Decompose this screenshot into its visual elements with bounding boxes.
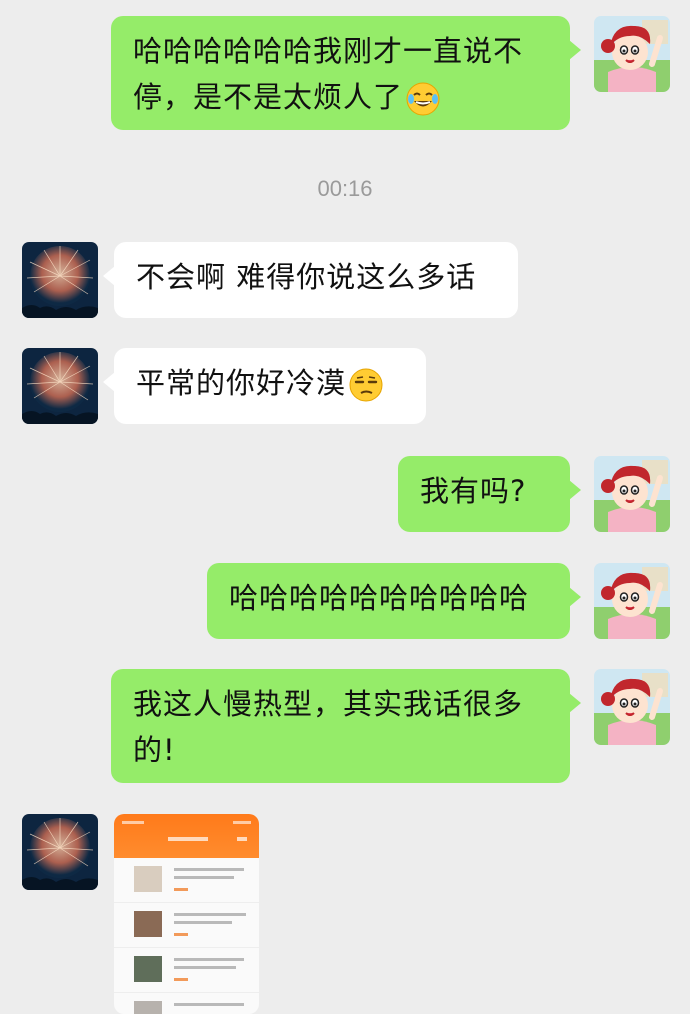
- thumbnail-row: [114, 993, 259, 1014]
- message-text: 我这人慢热型，其实我话很多的!: [133, 687, 524, 767]
- message-text: 不会啊 难得你说这么多话: [136, 260, 477, 294]
- image-message-thumbnail[interactable]: [114, 814, 259, 1014]
- message-bubble[interactable]: 哈哈哈哈哈哈我刚才一直说不停，是不是太烦人了: [111, 16, 581, 130]
- contact-avatar[interactable]: [22, 348, 98, 424]
- tears-of-joy-emoji-icon: [405, 81, 441, 117]
- message-bubble[interactable]: 不会啊 难得你说这么多话: [103, 242, 518, 318]
- contact-avatar[interactable]: [22, 242, 98, 318]
- message-bubble[interactable]: 哈哈哈哈哈哈哈哈哈哈: [207, 563, 581, 639]
- message-text: 哈哈哈哈哈哈我刚才一直说不停，是不是太烦人了: [133, 34, 524, 114]
- thumbnail-header: [114, 814, 259, 858]
- message-text: 哈哈哈哈哈哈哈哈哈哈: [229, 581, 530, 615]
- message-text: 我有吗?: [420, 474, 527, 508]
- message-bubble[interactable]: 平常的你好冷漠: [103, 348, 426, 424]
- my-avatar[interactable]: [594, 16, 670, 92]
- thumbnail-row: [114, 858, 259, 903]
- message-bubble[interactable]: 我这人慢热型，其实我话很多的!: [111, 669, 581, 783]
- timestamp: 00:16: [317, 176, 373, 201]
- thumbnail-row: [114, 903, 259, 948]
- contact-avatar[interactable]: [22, 814, 98, 890]
- message-text: 平常的你好冷漠: [136, 366, 347, 400]
- my-avatar[interactable]: [594, 456, 670, 532]
- unamused-face-emoji-icon: [348, 367, 384, 403]
- my-avatar[interactable]: [594, 563, 670, 639]
- message-bubble[interactable]: 我有吗?: [398, 456, 581, 532]
- thumbnail-row: [114, 948, 259, 993]
- my-avatar[interactable]: [594, 669, 670, 745]
